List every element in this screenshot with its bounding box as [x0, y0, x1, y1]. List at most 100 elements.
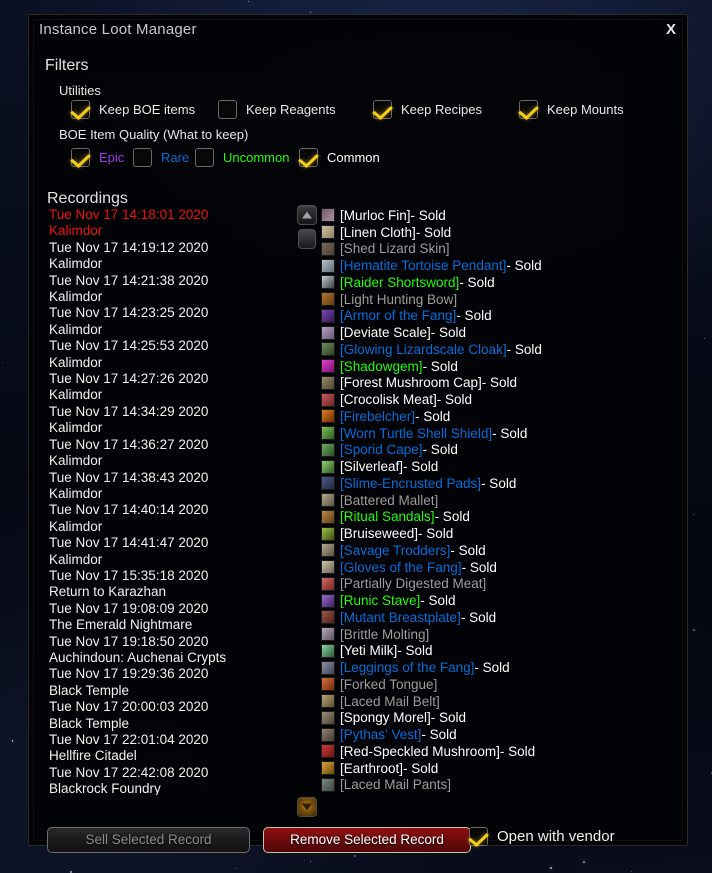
recording-zone: Blackrock Foundry — [49, 781, 161, 795]
recording-date: Tue Nov 17 14:38:43 2020 — [49, 469, 209, 485]
checkbox-uncommon[interactable] — [195, 148, 214, 167]
recording-row[interactable]: Tue Nov 17 14:18:01 2020 Kalimdor — [47, 207, 283, 240]
loot-row[interactable]: [Pythas' Vest] - Sold — [321, 726, 671, 743]
loot-row[interactable]: [Laced Mail Belt] — [321, 693, 671, 710]
loot-row[interactable]: [Spongy Morel] - Sold — [321, 710, 671, 727]
loot-row[interactable]: [Ritual Sandals] - Sold — [321, 509, 671, 526]
loot-row[interactable]: [Leggings of the Fang] - Sold — [321, 659, 671, 676]
loot-row[interactable]: [Silverleaf] - Sold — [321, 458, 671, 475]
loot-row[interactable]: [Sporid Cape] - Sold — [321, 442, 671, 459]
item-name: [Silverleaf] — [340, 459, 404, 475]
sell-selected-record-button[interactable]: Sell Selected Record — [47, 827, 250, 853]
item-status: - Sold — [506, 341, 542, 357]
loot-row[interactable]: [Gloves of the Fang] - Sold — [321, 559, 671, 576]
loot-row[interactable]: [Deviate Scale] - Sold — [321, 324, 671, 341]
remove-selected-record-button[interactable]: Remove Selected Record — [263, 827, 471, 853]
recordings-scrollbar[interactable] — [297, 205, 317, 817]
loot-row[interactable]: [Mutant Breastplate] - Sold — [321, 609, 671, 626]
recording-row[interactable]: Tue Nov 17 19:08:09 2020 The Emerald Nigh… — [47, 601, 283, 634]
recordings-heading: Recordings — [47, 190, 128, 207]
recording-row[interactable]: Tue Nov 17 14:19:12 2020 Kalimdor — [47, 240, 283, 273]
item-icon — [321, 576, 335, 591]
item-status: - Sold — [397, 643, 433, 659]
recording-row[interactable]: Tue Nov 17 14:40:14 2020 Kalimdor — [47, 502, 283, 535]
item-icon — [321, 442, 335, 457]
recording-row[interactable]: Tue Nov 17 14:25:53 2020 Kalimdor — [47, 338, 283, 371]
checkbox-common[interactable] — [299, 148, 318, 167]
item-status: - Sold — [415, 408, 451, 424]
checkbox-row-keep-reagents: Keep Reagents — [218, 100, 336, 119]
recording-row[interactable]: Tue Nov 17 20:00:03 2020 Black Temple — [47, 699, 283, 732]
loot-row[interactable]: [Crocolisk Meat] - Sold — [321, 391, 671, 408]
checkbox-keep-reagents[interactable] — [218, 100, 237, 119]
recording-row[interactable]: Tue Nov 17 14:38:43 2020 Kalimdor — [47, 470, 283, 503]
loot-row[interactable]: [Bruiseweed] - Sold — [321, 525, 671, 542]
loot-item-list[interactable]: [Murloc Fin] - Sold [Linen Cloth] - Sold[… — [321, 207, 671, 799]
checkbox-rare[interactable] — [133, 148, 152, 167]
recording-row[interactable]: Tue Nov 17 19:18:50 2020 Auchindoun: Auch… — [47, 634, 283, 667]
checkbox-keep-recipes[interactable] — [373, 100, 392, 119]
loot-row[interactable]: [Savage Trodders] - Sold — [321, 542, 671, 559]
recording-row[interactable]: Tue Nov 17 22:01:04 2020 Hellfire Citadel — [47, 732, 283, 765]
recording-row[interactable]: Tue Nov 17 14:34:29 2020 Kalimdor — [47, 404, 283, 437]
recording-row[interactable]: Tue Nov 17 14:21:38 2020 Kalimdor — [47, 273, 283, 306]
item-name: [Shadowgem] — [340, 358, 423, 374]
item-name: [Crocolisk Meat] — [340, 392, 437, 408]
checkbox-keep-boe-items[interactable] — [71, 100, 90, 119]
loot-row[interactable]: [Battered Mallet] — [321, 492, 671, 509]
loot-row[interactable]: [Brittle Molting] — [321, 626, 671, 643]
loot-row[interactable]: [Red-Speckled Mushroom] - Sold — [321, 743, 671, 760]
loot-row[interactable]: [Forest Mushroom Cap] - Sold — [321, 375, 671, 392]
loot-row[interactable]: [Hematite Tortoise Pendant] - Sold — [321, 257, 671, 274]
loot-row[interactable]: [Light Hunting Bow] — [321, 291, 671, 308]
recording-row[interactable]: Tue Nov 17 19:29:36 2020 Black Temple — [47, 666, 283, 699]
loot-row[interactable]: [Partially Digested Meat] — [321, 576, 671, 593]
item-name: [Glowing Lizardscale Cloak] — [340, 341, 507, 357]
loot-row[interactable]: [Worn Turtle Shell Shield] - Sold — [321, 425, 671, 442]
loot-row[interactable]: [Forked Tongue] — [321, 676, 671, 693]
loot-row[interactable]: [Linen Cloth] - Sold — [321, 224, 671, 241]
item-status: - Sold — [422, 358, 458, 374]
checkbox-keep-mounts[interactable] — [519, 100, 538, 119]
loot-row[interactable]: [Laced Mail Pants] — [321, 777, 671, 794]
item-status: - Sold — [430, 710, 467, 726]
recording-date: Tue Nov 17 15:35:18 2020 — [49, 567, 209, 583]
item-status: - Sold — [474, 660, 510, 676]
scrollbar-thumb[interactable] — [298, 229, 316, 249]
checkbox-row-uncommon: Uncommon — [195, 148, 289, 167]
checkbox-epic[interactable] — [71, 148, 90, 167]
close-icon[interactable]: X — [660, 19, 682, 41]
loot-row[interactable]: [Firebelcher] - Sold — [321, 408, 671, 425]
item-name: [Light Hunting Bow] — [340, 291, 458, 307]
item-status: - Sold — [492, 425, 528, 441]
recordings-list[interactable]: Tue Nov 17 14:18:01 2020 Kalimdor Tue Nov … — [47, 207, 283, 795]
item-name: [Forked Tongue] — [340, 676, 438, 692]
recording-row[interactable]: Tue Nov 17 14:36:27 2020 Kalimdor — [47, 437, 283, 470]
recording-row[interactable]: Tue Nov 17 14:23:25 2020 Kalimdor — [47, 305, 283, 338]
item-name: [Armor of the Fang] — [340, 308, 457, 324]
recording-row[interactable]: Tue Nov 17 15:35:18 2020 Return to Karazh… — [47, 568, 283, 601]
item-name: [Savage Trodders] — [340, 542, 451, 558]
loot-row[interactable]: [Yeti Milk] - Sold — [321, 643, 671, 660]
item-status: - Sold — [481, 475, 517, 491]
scroll-up-icon[interactable] — [297, 205, 317, 225]
recording-row[interactable]: Tue Nov 17 14:41:47 2020 Kalimdor — [47, 535, 283, 568]
loot-row[interactable]: [Runic Stave] - Sold — [321, 592, 671, 609]
loot-row[interactable]: [Shed Lizard Skin] — [321, 241, 671, 258]
item-icon — [321, 593, 335, 608]
item-status: - Sold — [430, 325, 467, 341]
recording-row[interactable]: Tue Nov 17 14:27:26 2020 Kalimdor — [47, 371, 283, 404]
loot-row[interactable]: [Slime-Encrusted Pads] - Sold — [321, 475, 671, 492]
recording-row[interactable]: Tue Nov 17 22:42:08 2020 Blackrock Foundr… — [47, 765, 283, 795]
recording-date: Tue Nov 17 14:41:47 2020 — [49, 535, 209, 551]
open-with-vendor-checkbox[interactable] — [469, 827, 488, 846]
item-status: - Sold — [422, 442, 458, 458]
loot-row[interactable]: [Shadowgem] - Sold — [321, 358, 671, 375]
scroll-down-icon[interactable] — [297, 797, 317, 817]
loot-row[interactable]: [Armor of the Fang] - Sold — [321, 308, 671, 325]
loot-row[interactable]: [Murloc Fin] - Sold — [321, 207, 671, 224]
item-name: [Deviate Scale] — [340, 325, 431, 341]
loot-row[interactable]: [Earthroot] - Sold — [321, 760, 671, 777]
loot-row[interactable]: [Glowing Lizardscale Cloak] - Sold — [321, 341, 671, 358]
loot-row[interactable]: [Raider Shortsword] - Sold — [321, 274, 671, 291]
